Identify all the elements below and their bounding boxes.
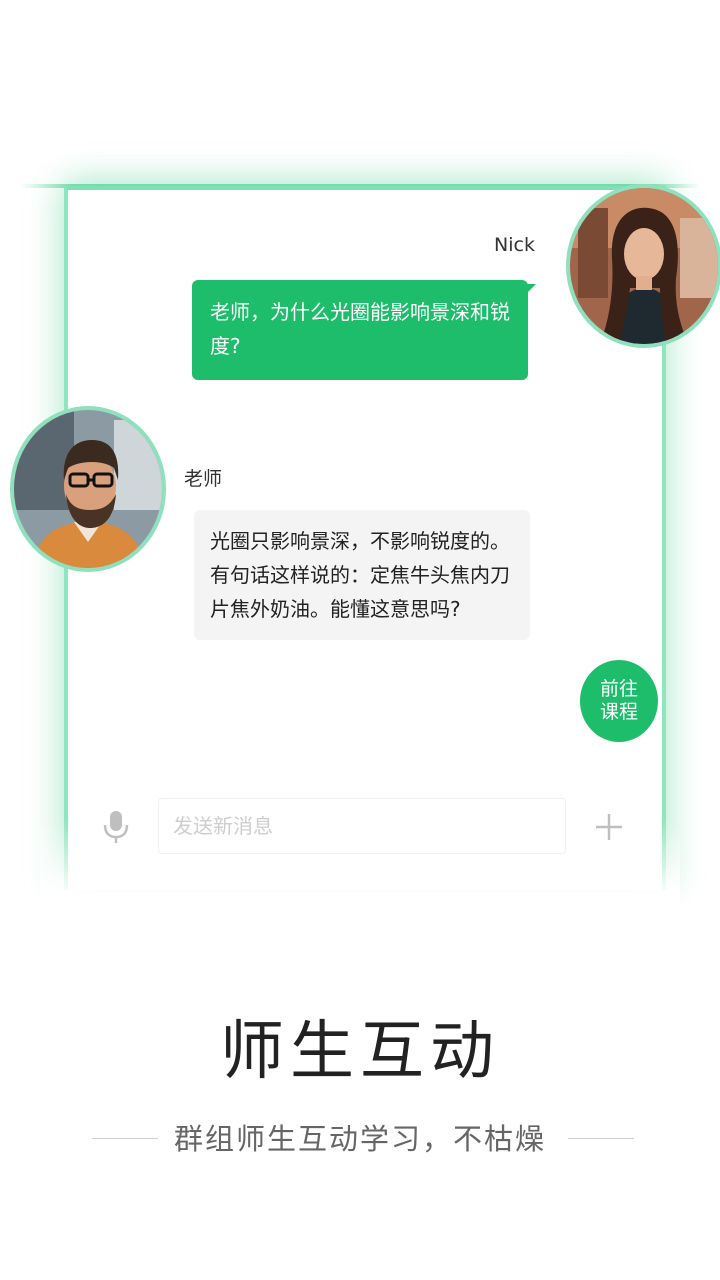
goto-course-label: 前往课程 <box>599 678 638 723</box>
feature-title: 师生互动 <box>220 1015 500 1089</box>
teacher-avatar <box>10 406 166 572</box>
feature-subtitle-row: 群组师生互动学习，不枯燥 <box>0 1116 720 1160</box>
teacher-name: 老师 <box>184 468 223 490</box>
message-input-row <box>90 798 650 856</box>
teacher-message-bubble: 光圈只影响景深，不影响锐度的。有句话这样说的：定焦牛头焦内刀片焦外奶油。能懂这意… <box>194 510 530 640</box>
nick-avatar <box>566 184 720 348</box>
goto-course-button[interactable]: 前往课程 <box>580 660 658 742</box>
feature-subtitle: 群组师生互动学习，不枯燥 <box>173 1122 546 1156</box>
nick-message-bubble: 老师，为什么光圈能影响景深和锐度? <box>192 280 536 380</box>
plus-icon[interactable] <box>594 812 624 842</box>
onboarding-page: Nick 老师，为什么光圈能影响景深和锐度? 老师 光圈只影响景深，不影响锐度的… <box>0 0 720 1280</box>
microphone-icon[interactable] <box>102 810 130 844</box>
nick-name: Nick <box>494 234 535 256</box>
subtitle-divider-right <box>568 1138 634 1139</box>
message-input[interactable] <box>158 798 566 854</box>
subtitle-divider-left <box>92 1138 158 1139</box>
